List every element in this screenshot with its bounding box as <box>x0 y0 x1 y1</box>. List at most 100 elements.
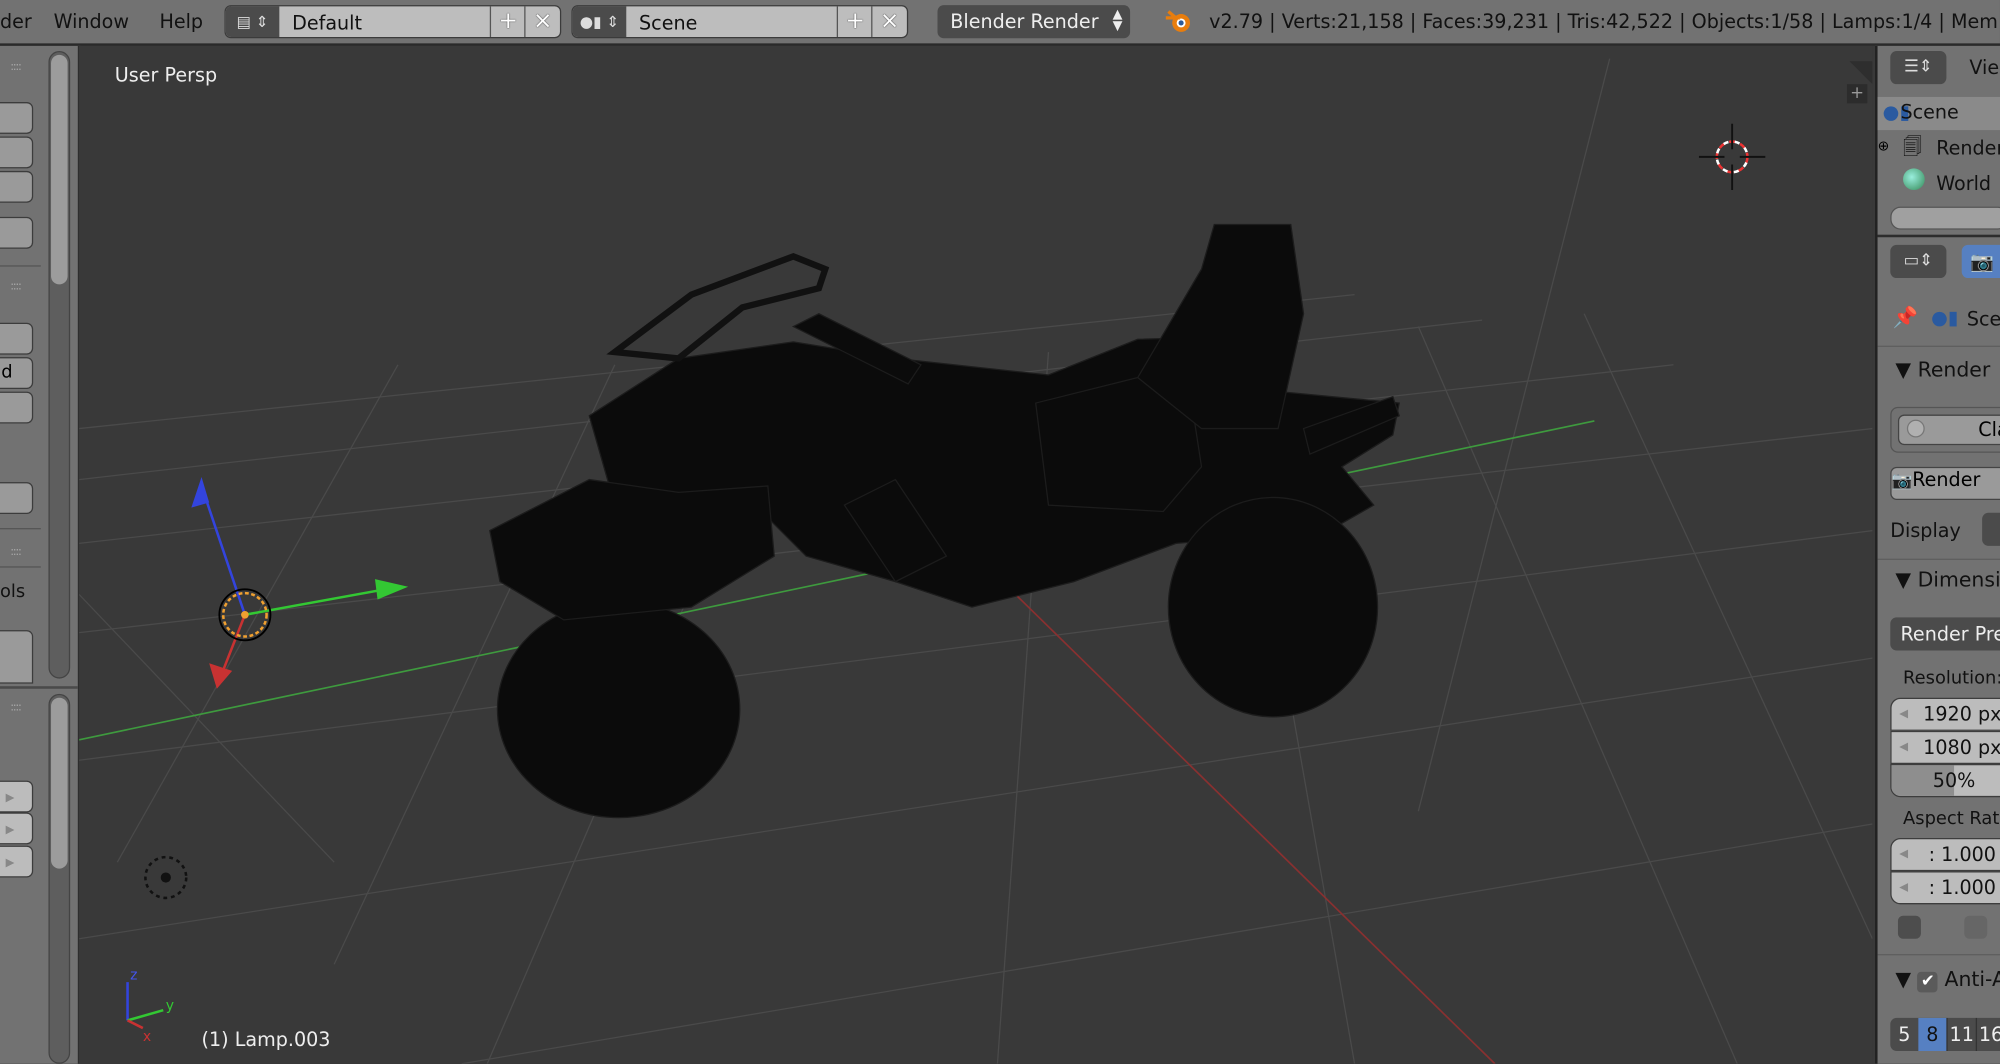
number-field[interactable]: 5 ▶ <box>0 845 34 878</box>
aa-samples-selector[interactable]: 5 8 11 16 <box>1890 1017 2000 1052</box>
scrollbar-thumb[interactable] <box>51 697 68 869</box>
aspect-x-value: : 1.000 <box>1928 843 1996 867</box>
border-checkbox[interactable] <box>1897 915 1921 939</box>
aspect-y-field[interactable]: ◀: 1.000 <box>1890 871 2000 905</box>
y-arrow-icon <box>374 579 409 600</box>
render-engine-label: Blender Render <box>950 10 1099 34</box>
tool-button[interactable] <box>0 216 34 249</box>
delete-scene-button[interactable]: × <box>871 6 907 37</box>
scrollbar[interactable] <box>48 51 71 679</box>
render-button-label: Render <box>1912 468 1981 492</box>
render-engine-dropdown[interactable]: Blender Render ▲ ▼ <box>937 5 1131 39</box>
scrollbar-thumb[interactable] <box>51 54 68 285</box>
outliner-editor-type-icon[interactable]: ☰⇕ <box>1890 51 1947 85</box>
render-camera-icon: 📷 <box>1891 471 1913 492</box>
3d-viewport[interactable]: z y x User Persp (1) Lamp.003 + <box>79 45 1873 1064</box>
scene-icon: ●▮ ⇕ <box>572 6 627 37</box>
aa-sample-8[interactable]: 8 <box>1918 1017 1947 1052</box>
quad-bike-mesh <box>489 223 1401 819</box>
panel-grip-icon[interactable]: :::: <box>10 702 22 715</box>
x-arrow-icon <box>209 663 233 689</box>
res-percent-value: 50% <box>1932 769 1976 793</box>
scene-icon: ●▮ <box>1931 306 1959 330</box>
dimensions-panel-header[interactable]: ▼ Dimensions <box>1895 568 2000 592</box>
outliner-view-menu[interactable]: View <box>1969 56 2000 79</box>
render-layers-icon: 🗐 <box>1903 135 1923 159</box>
clay-toggle-button[interactable]: Clay <box>1897 414 2000 446</box>
panel-grip-icon[interactable]: :::: <box>10 61 22 74</box>
resolution-x-field[interactable]: ◀ 1920 px <box>1890 697 2000 731</box>
scene-name[interactable]: Scene <box>639 11 697 34</box>
render-image-button[interactable]: 📷Render <box>1890 466 2000 500</box>
antialiasing-panel-header[interactable]: ▼ ✔ Anti-Aliasing <box>1895 967 2000 993</box>
aspect-x-field[interactable]: ◀: 1.000 <box>1890 838 2000 872</box>
gizmo-z-label: z <box>130 968 137 984</box>
aa-sample-5[interactable]: 5 <box>1890 1018 1918 1051</box>
tool-tab[interactable] <box>0 630 34 684</box>
antialiasing-checkbox[interactable]: ✔ <box>1917 971 1938 993</box>
screen-layout-name[interactable]: Default <box>292 11 362 34</box>
panel-grip-icon[interactable]: :::: <box>10 281 22 294</box>
antialiasing-title: Anti-Aliasing <box>1944 966 2000 992</box>
tool-button[interactable] <box>0 482 34 515</box>
render-panel-header[interactable]: ▼ Render <box>1895 357 1990 381</box>
aa-sample-11[interactable]: 11 <box>1946 1017 1975 1052</box>
add-scene-button[interactable]: + <box>836 6 873 37</box>
aa-sample-16[interactable]: 16 <box>1975 1017 2000 1052</box>
res-y-value: 1080 px <box>1923 735 2000 759</box>
gizmo-y-label: y <box>166 998 174 1014</box>
aspect-ratio-label: Aspect Ratio: <box>1903 808 2000 830</box>
render-tab-camera-icon[interactable]: 📷 <box>1961 244 2000 279</box>
tool-button[interactable] <box>0 102 34 134</box>
viewport-scene: z y x <box>79 58 1873 1064</box>
menu-window[interactable]: Window <box>54 10 129 33</box>
3d-cursor-icon <box>1698 123 1766 191</box>
outliner-item-renderlayers[interactable]: RenderLayers <box>1936 136 2000 159</box>
menu-render[interactable]: der <box>0 10 32 33</box>
number-field[interactable]: 0 ▶ <box>0 780 34 813</box>
scene-selector[interactable]: ●▮ ⇕ Scene + × <box>571 5 909 39</box>
tool-button[interactable] <box>0 322 34 355</box>
display-label: Display <box>1890 519 1961 543</box>
display-dropdown[interactable] <box>1982 512 2000 546</box>
divider <box>1877 558 2000 560</box>
tool-button-label: d <box>1 362 13 383</box>
tool-button[interactable] <box>0 170 34 203</box>
properties-editor-type-icon[interactable]: ▭⇕ <box>1890 244 1947 279</box>
tool-shelf: :::: :::: d :::: ols :::: 0 ▶ 0 ▶ 5 ▶ <box>0 45 81 1064</box>
tab-label[interactable]: ols <box>0 582 25 602</box>
menu-help[interactable]: Help <box>159 10 203 33</box>
outliner-scrollbar[interactable] <box>1890 206 2000 230</box>
divider <box>1877 345 2000 347</box>
pin-icon[interactable]: 📌 <box>1893 305 1918 329</box>
number-field[interactable]: 0 ▶ <box>0 812 34 845</box>
tool-button[interactable]: d <box>0 357 34 390</box>
tool-button[interactable] <box>0 136 34 169</box>
properties-toggle-icon[interactable]: + <box>1846 84 1868 104</box>
resolution-y-field[interactable]: ◀ 1080 px <box>1890 730 2000 765</box>
gizmo-x-label: x <box>143 1029 151 1045</box>
delete-layout-button[interactable]: × <box>524 6 560 37</box>
context-path-scene: Scene <box>1966 307 2000 331</box>
divider <box>0 528 41 530</box>
radio-icon <box>1906 419 1925 438</box>
updown-arrows-icon: ▲ ▼ <box>1112 7 1123 34</box>
divider <box>1877 954 2000 956</box>
divider <box>0 566 41 568</box>
render-presets-dropdown[interactable]: Render Presets <box>1890 617 2000 651</box>
render-presets-label: Render Presets <box>1900 622 2000 646</box>
panel-grip-icon[interactable]: :::: <box>10 546 22 559</box>
region-divider <box>0 686 78 689</box>
screen-layout-selector[interactable]: ▤ ⇕ Default + × <box>224 5 562 39</box>
outliner-item-world[interactable]: World <box>1936 172 1991 195</box>
resolution-percentage-slider[interactable]: 50% <box>1890 764 2000 798</box>
lamp-object <box>191 477 409 689</box>
add-layout-button[interactable]: + <box>489 6 526 37</box>
res-x-value: 1920 px <box>1923 702 2000 726</box>
blender-logo-icon <box>1165 10 1191 32</box>
scrollbar[interactable] <box>48 693 71 1064</box>
tool-button[interactable] <box>0 391 34 424</box>
crop-checkbox[interactable] <box>1964 915 1988 939</box>
expand-icon[interactable]: ⊕ <box>1878 138 1890 155</box>
outliner-item-scene[interactable]: Scene <box>1900 101 1958 124</box>
